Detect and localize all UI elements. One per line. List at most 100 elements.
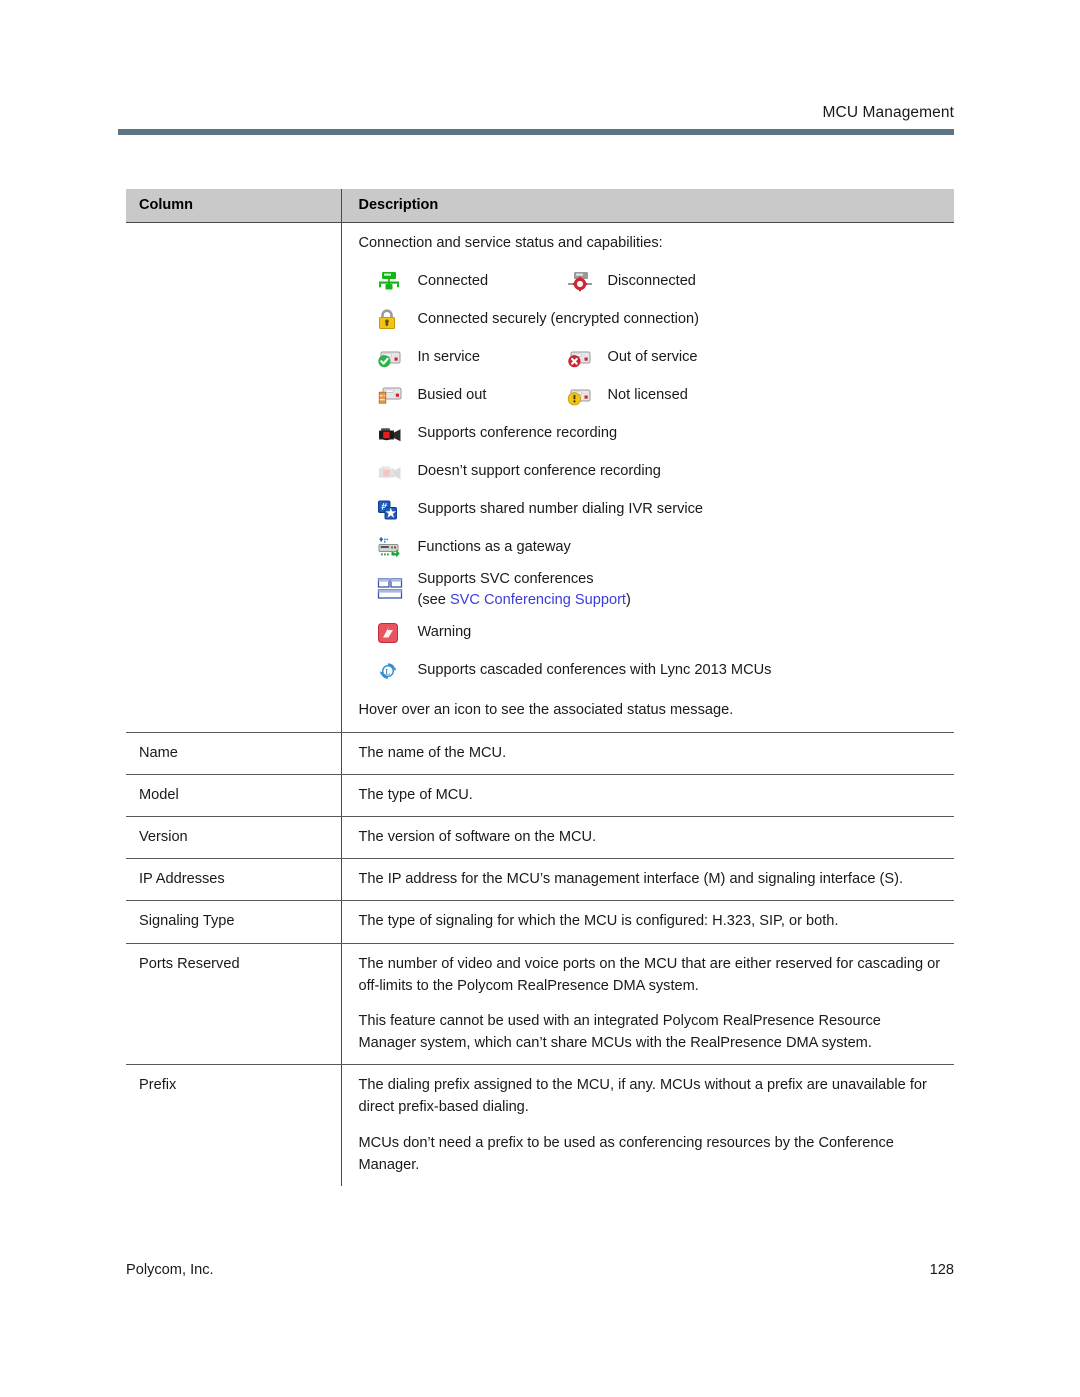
table-row: Connection and service status and capabi… bbox=[126, 222, 954, 733]
row-label-model: Model bbox=[126, 774, 341, 818]
legend-label: Connected bbox=[417, 273, 489, 290]
status-intro: Connection and service status and capabi… bbox=[358, 235, 663, 251]
table-row: Prefix The dialing prefix assigned to th… bbox=[126, 1064, 954, 1186]
legend-item-in-service: In service bbox=[359, 343, 549, 373]
legend-label: Out of service bbox=[607, 349, 698, 366]
legend-label: Not licensed bbox=[607, 387, 688, 404]
legend-item-recording-supported: Supports conference recording bbox=[359, 419, 618, 449]
footer-page-number: 128 bbox=[929, 1262, 954, 1278]
row-description-version: The version of software on the MCU. bbox=[340, 816, 954, 860]
paragraph: The type of MCU. bbox=[358, 786, 473, 803]
legend-row: # ★ Supports shared number dialing IVR s… bbox=[359, 493, 943, 526]
paragraph: The number of video and voice ports on t… bbox=[358, 955, 941, 994]
recording-supported-icon bbox=[376, 419, 416, 449]
table-row: Model The type of MCU. bbox=[126, 774, 954, 818]
legend-item-out-of-service: Out of service bbox=[549, 343, 698, 373]
legend-label: Supports SVC conferences bbox=[417, 571, 594, 588]
legend-item-lync-cascade: L Supports cascaded conferences with Lyn… bbox=[359, 656, 772, 686]
header-description: Description bbox=[340, 189, 954, 223]
page-title: MCU Management bbox=[822, 104, 954, 121]
legend-label-group: Supports SVC conferences (see SVC Confer… bbox=[416, 569, 631, 611]
paragraph: The version of software on the MCU. bbox=[358, 829, 597, 845]
legend-item-busied-out: Busied out bbox=[359, 381, 549, 411]
legend-row: Supports conference recording bbox=[359, 417, 943, 450]
table-row: Signaling Type The type of signaling for… bbox=[126, 900, 954, 944]
in-service-icon bbox=[376, 343, 416, 373]
connected-icon bbox=[376, 267, 416, 297]
ivr-icon: # ★ bbox=[376, 495, 416, 525]
svc-icon bbox=[376, 575, 416, 605]
paragraph: The name of the MCU. bbox=[358, 744, 507, 761]
document-page: MCU Management Column Description Connec… bbox=[0, 0, 1080, 1397]
svc-conferencing-support-link[interactable]: SVC Conferencing Support bbox=[450, 592, 626, 608]
legend-label: Connected securely (encrypted connection… bbox=[417, 311, 700, 328]
legend-label: Doesn’t support conference recording bbox=[417, 463, 661, 480]
row-description-status: Connection and service status and capabi… bbox=[340, 222, 954, 733]
see-suffix: ) bbox=[626, 592, 631, 609]
legend-row: Connected securely (encrypted connection… bbox=[359, 303, 943, 336]
gateway-icon bbox=[376, 533, 416, 563]
row-label-status bbox=[126, 222, 341, 733]
recording-unsupported-icon bbox=[376, 457, 416, 487]
legend-label: Supports shared number dialing IVR servi… bbox=[417, 501, 704, 518]
running-header: MCU Management bbox=[118, 104, 954, 135]
row-label-prefix: Prefix bbox=[139, 1077, 177, 1094]
warning-icon bbox=[376, 618, 416, 648]
legend-item-warning: Warning bbox=[359, 618, 472, 648]
row-description-model: The type of MCU. bbox=[340, 774, 954, 818]
row-description-ports-reserved: The number of video and voice ports on t… bbox=[340, 943, 954, 1066]
table-row: IP Addresses The IP address for the MCU’… bbox=[126, 858, 954, 902]
row-label-name: Name bbox=[126, 732, 341, 775]
row-label-signaling-type: Signaling Type bbox=[126, 900, 341, 944]
page-footer: Polycom, Inc. 128 bbox=[126, 1262, 954, 1278]
legend-item-disconnected: Disconnected bbox=[549, 267, 696, 297]
header-column: Column bbox=[126, 189, 341, 223]
legend-sublabel: (see SVC Conferencing Support) bbox=[418, 590, 631, 611]
paragraph: MCUs don’t need a prefix to be used as c… bbox=[358, 1134, 894, 1173]
not-licensed-icon bbox=[566, 381, 606, 411]
busied-out-icon bbox=[376, 381, 416, 411]
legend-item-recording-unsupported: Doesn’t support conference recording bbox=[359, 457, 661, 487]
legend-label: Functions as a gateway bbox=[417, 539, 571, 556]
legend-label: In service bbox=[417, 349, 480, 366]
table-row: Name The name of the MCU. bbox=[126, 732, 954, 775]
mcu-column-description-table: Column Description Connection and servic… bbox=[126, 189, 954, 1186]
legend-label: Disconnected bbox=[607, 273, 696, 290]
legend-row: Functions as a gateway bbox=[359, 531, 943, 564]
lock-icon bbox=[376, 305, 416, 335]
paragraph: This feature cannot be used with an inte… bbox=[358, 1012, 881, 1052]
legend-item-not-licensed: Not licensed bbox=[549, 381, 688, 411]
legend-item-svc: Supports SVC conferences (see SVC Confer… bbox=[359, 569, 631, 611]
status-hover-note: Hover over an icon to see the associated… bbox=[358, 702, 734, 719]
paragraph: The type of signaling for which the MCU … bbox=[358, 913, 839, 930]
legend-item-ivr: # ★ Supports shared number dialing IVR s… bbox=[359, 495, 704, 525]
legend-row: Connected Disconnected bbox=[359, 265, 943, 298]
row-description-ip-addresses: The IP address for the MCU’s management … bbox=[340, 858, 954, 902]
header-divider bbox=[118, 129, 954, 135]
paragraph: The dialing prefix assigned to the MCU, … bbox=[358, 1077, 927, 1116]
legend-item-connected-securely: Connected securely (encrypted connection… bbox=[359, 305, 700, 335]
table-row: Version The version of software on the M… bbox=[126, 816, 954, 860]
disconnected-icon bbox=[566, 267, 606, 297]
lync-cascade-icon: L bbox=[376, 656, 416, 686]
legend-row: In service Out of service bbox=[359, 341, 943, 374]
legend-row: L Supports cascaded conferences with Lyn… bbox=[359, 654, 943, 687]
legend-row: Supports SVC conferences (see SVC Confer… bbox=[359, 569, 943, 611]
legend-label: Warning bbox=[417, 624, 472, 641]
row-description-name: The name of the MCU. bbox=[340, 732, 954, 775]
row-label-ports-reserved: Ports Reserved bbox=[126, 943, 341, 1066]
legend-label: Busied out bbox=[417, 387, 487, 404]
legend-label: Supports cascaded conferences with Lync … bbox=[417, 662, 772, 679]
see-prefix: (see bbox=[417, 592, 450, 609]
out-of-service-icon bbox=[566, 343, 606, 373]
paragraph: The IP address for the MCU’s management … bbox=[358, 871, 904, 888]
row-label-version: Version bbox=[126, 816, 341, 860]
legend-row: Doesn’t support conference recording bbox=[359, 455, 943, 488]
legend-item-gateway: Functions as a gateway bbox=[359, 533, 571, 563]
row-label-ip-addresses: IP Addresses bbox=[126, 858, 341, 902]
legend-label: Supports conference recording bbox=[417, 425, 618, 442]
row-description-prefix: The dialing prefix assigned to the MCU, … bbox=[340, 1064, 954, 1186]
legend-row: Warning bbox=[359, 616, 943, 649]
svg-text:★: ★ bbox=[385, 506, 396, 520]
legend-row: Busied out Not licensed bbox=[359, 379, 943, 412]
